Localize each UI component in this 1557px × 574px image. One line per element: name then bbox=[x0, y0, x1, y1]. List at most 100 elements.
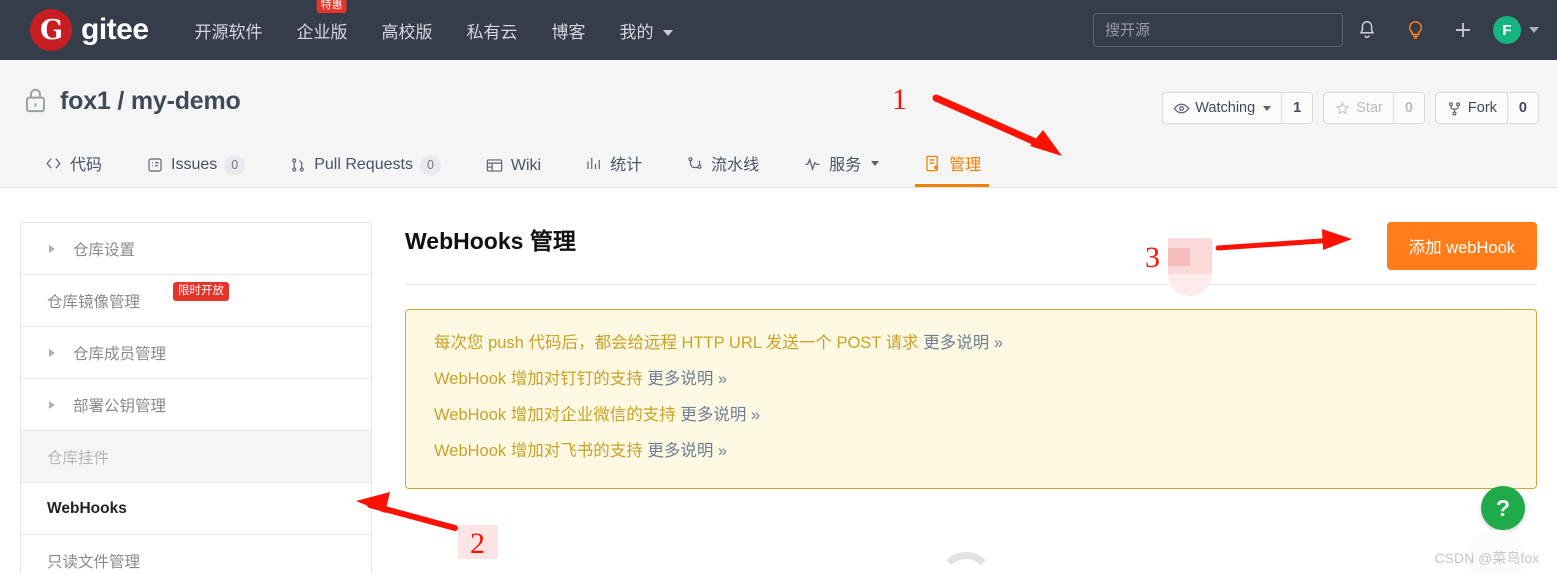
gitee-logo[interactable]: G gitee bbox=[30, 9, 149, 51]
page-title[interactable]: fox1 / my-demo bbox=[60, 87, 241, 116]
star-icon bbox=[1335, 101, 1350, 114]
redaction-patch bbox=[458, 525, 498, 559]
pull-requests-count: 0 bbox=[419, 155, 441, 175]
tab-label: Wiki bbox=[510, 156, 542, 174]
tab-manage[interactable]: 管理 bbox=[901, 151, 1003, 187]
tab-issues[interactable]: Issues 0 bbox=[124, 155, 267, 188]
nav-item-opensource[interactable]: 开源软件 bbox=[193, 14, 265, 47]
sidebar-item-repo-settings[interactable]: 仓库设置 bbox=[21, 223, 371, 275]
chevron-down-icon bbox=[1263, 105, 1272, 111]
sidebar-item-label: 只读文件管理 bbox=[47, 553, 141, 571]
repository-header: fox1 / my-demo Watching 1 Star 0 Fork 0 … bbox=[0, 60, 1557, 188]
tab-pipeline[interactable]: 流水线 bbox=[664, 151, 781, 187]
notice-text: 每次您 push 代码后，都会给远程 HTTP URL 发送一个 POST 请求 bbox=[434, 334, 924, 352]
tab-code[interactable]: 代码 bbox=[22, 151, 124, 187]
fork-button[interactable]: Fork bbox=[1434, 92, 1507, 124]
notice-line: WebHook 增加对钉钉的支持 更多说明 » bbox=[434, 362, 1508, 398]
help-icon: ? bbox=[1495, 494, 1511, 521]
lock-icon bbox=[26, 88, 45, 113]
tab-label: 管理 bbox=[949, 157, 982, 174]
notice-line: WebHook 增加对企业微信的支持 更多说明 » bbox=[434, 398, 1508, 434]
star-button-group: Star 0 bbox=[1323, 92, 1425, 124]
global-topbar: G gitee 开源软件 特惠 企业版 高校版 私有云 博客 我的 搜开源 F bbox=[0, 0, 1557, 60]
page-root: G gitee 开源软件 特惠 企业版 高校版 私有云 博客 我的 搜开源 F … bbox=[0, 0, 1557, 574]
notice-line: WebHook 增加对飞书的支持 更多说明 » bbox=[434, 434, 1508, 470]
csdn-watermark: CSDN @菜鸟fox bbox=[1434, 550, 1539, 566]
chevron-right-icon bbox=[49, 348, 55, 357]
issues-icon bbox=[148, 158, 162, 172]
notice-more-link[interactable]: 更多说明 » bbox=[680, 406, 760, 424]
fork-count[interactable]: 0 bbox=[1506, 92, 1539, 124]
loading-spinner-ghost bbox=[938, 552, 994, 574]
sidebar-item-repo-widgets[interactable]: 仓库挂件 bbox=[21, 431, 371, 483]
sidebar-item-repo-members[interactable]: 仓库成员管理 bbox=[21, 327, 371, 379]
tab-label: Pull Requests bbox=[314, 156, 413, 174]
notifications-button[interactable] bbox=[1343, 0, 1391, 60]
watch-count[interactable]: 1 bbox=[1281, 92, 1314, 124]
star-button[interactable]: Star bbox=[1323, 92, 1393, 124]
nav-label: 博客 bbox=[551, 22, 586, 42]
chevron-right-icon bbox=[49, 400, 55, 409]
global-nav: 开源软件 特惠 企业版 高校版 私有云 博客 我的 bbox=[193, 0, 676, 47]
pipeline-icon bbox=[688, 157, 702, 169]
sidebar-item-deploy-keys[interactable]: 部署公钥管理 bbox=[21, 379, 371, 431]
tab-statistics[interactable]: 统计 bbox=[563, 151, 664, 187]
chevron-down-icon bbox=[871, 160, 880, 166]
nav-label: 高校版 bbox=[381, 22, 433, 42]
search-input[interactable] bbox=[1093, 13, 1343, 47]
sidebar-item-repo-mirror[interactable]: 仓库镜像管理 限时开放 bbox=[21, 275, 371, 327]
enterprise-hot-badge: 特惠 bbox=[316, 0, 347, 13]
sidebar-item-webhooks[interactable]: WebHooks bbox=[21, 483, 371, 535]
notice-text: WebHook 增加对飞书的支持 bbox=[434, 441, 648, 460]
nav-item-university[interactable]: 高校版 bbox=[380, 14, 435, 47]
tab-wiki[interactable]: Wiki bbox=[463, 156, 563, 187]
star-count[interactable]: 0 bbox=[1392, 92, 1425, 124]
annotation-number-2: 2 bbox=[470, 527, 485, 560]
notice-more-link[interactable]: 更多说明 » bbox=[647, 442, 727, 460]
notice-text: WebHook 增加对钉钉的支持 bbox=[434, 369, 648, 388]
nav-item-blog[interactable]: 博客 bbox=[550, 14, 588, 47]
nav-item-private-cloud[interactable]: 私有云 bbox=[465, 14, 520, 47]
add-webhook-button[interactable]: 添加 webHook bbox=[1386, 222, 1537, 270]
webhooks-notice-box: 每次您 push 代码后，都会给远程 HTTP URL 发送一个 POST 请求… bbox=[405, 309, 1537, 489]
help-button[interactable]: ? bbox=[1481, 486, 1525, 530]
nav-item-enterprise[interactable]: 特惠 企业版 bbox=[295, 0, 350, 47]
watch-button[interactable]: Watching bbox=[1162, 92, 1282, 124]
notice-more-link[interactable]: 更多说明 » bbox=[923, 334, 1003, 352]
nav-label: 开源软件 bbox=[194, 22, 263, 42]
avatar-letter: F bbox=[1502, 21, 1512, 39]
lightbulb-icon bbox=[1408, 20, 1422, 39]
sidebar-item-label: 部署公钥管理 bbox=[73, 397, 167, 415]
notice-line: 每次您 push 代码后，都会给远程 HTTP URL 发送一个 POST 请求… bbox=[434, 326, 1508, 362]
create-new-button[interactable] bbox=[1439, 0, 1487, 60]
gitee-brand-text: gitee bbox=[81, 13, 149, 46]
user-menu[interactable]: F bbox=[1487, 16, 1539, 44]
repository-tabs: 代码 Issues 0 Pull Requests 0 Wiki 统计 流水线 … bbox=[22, 151, 1003, 187]
nav-item-mine[interactable]: 我的 bbox=[618, 14, 676, 47]
fork-button-group: Fork 0 bbox=[1434, 92, 1539, 124]
content-header: WebHooks 管理 添加 webHook bbox=[405, 222, 1537, 285]
suggestion-button[interactable] bbox=[1391, 0, 1439, 60]
manage-icon bbox=[926, 155, 939, 171]
watch-button-group: Watching 1 bbox=[1162, 92, 1314, 124]
tab-pull-requests[interactable]: Pull Requests 0 bbox=[267, 155, 463, 188]
chevron-right-icon bbox=[49, 244, 55, 253]
breadcrumb: fox1 / my-demo bbox=[22, 86, 241, 116]
gitee-logo-letter: G bbox=[39, 14, 63, 46]
tab-label: Issues bbox=[171, 156, 218, 174]
chevron-down-icon bbox=[663, 30, 674, 37]
chevron-down-icon bbox=[1529, 27, 1539, 33]
topbar-right-cluster: F bbox=[1093, 0, 1539, 60]
issues-count: 0 bbox=[224, 155, 246, 175]
sidebar-item-label: 仓库挂件 bbox=[47, 449, 110, 467]
fork-label: Fork bbox=[1467, 100, 1497, 116]
eye-icon bbox=[1173, 103, 1190, 113]
notice-more-link[interactable]: 更多说明 » bbox=[647, 370, 727, 388]
tab-services[interactable]: 服务 bbox=[781, 151, 901, 187]
chart-icon bbox=[587, 157, 600, 169]
sidebar-item-readonly-files[interactable]: 只读文件管理 bbox=[21, 535, 371, 574]
nav-label: 私有云 bbox=[466, 22, 518, 42]
nav-label: 我的 bbox=[619, 22, 654, 42]
fork-icon bbox=[1448, 101, 1460, 115]
plus-icon bbox=[1456, 23, 1470, 37]
